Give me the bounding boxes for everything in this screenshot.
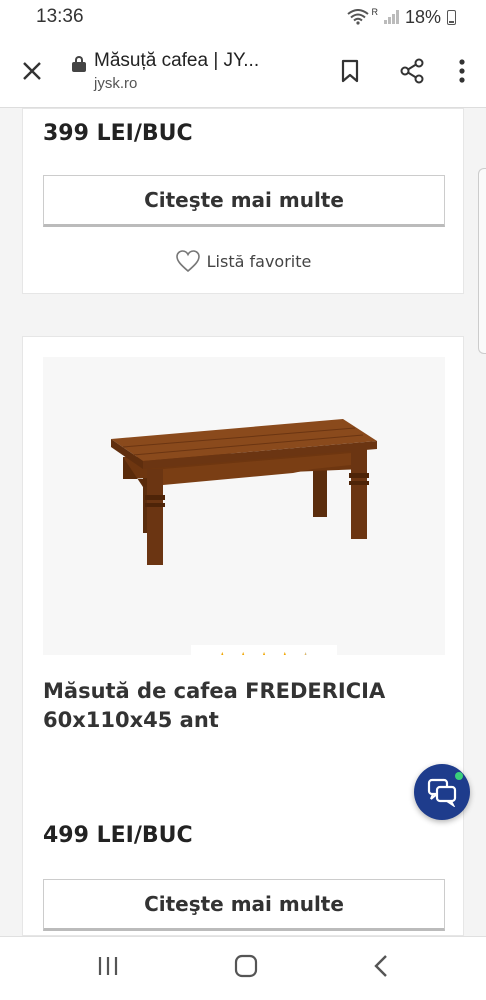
coffee-table-image (111, 419, 377, 565)
browser-toolbar: Măsuță cafea | JY... jysk.ro (0, 34, 486, 108)
product-card-previous: 399 LEI/BUC Citeşte mai multe Listă favo… (22, 108, 464, 294)
heart-icon (175, 250, 200, 273)
chat-icon (427, 778, 457, 807)
share-icon[interactable] (388, 47, 436, 95)
star-icon: ★ (255, 648, 274, 656)
lock-icon (72, 55, 86, 72)
url-area[interactable]: Măsuță cafea | JY... jysk.ro (56, 50, 326, 92)
signal-icon (383, 10, 399, 24)
page-title: Măsuță cafea | JY... (94, 49, 260, 71)
read-more-button[interactable]: Citeşte mai multe (43, 879, 445, 931)
product-price: 499 LEI/BUC (43, 823, 193, 848)
half-star-icon: ★ (296, 648, 315, 656)
online-indicator (455, 772, 463, 780)
back-icon[interactable] (372, 954, 390, 983)
product-image[interactable]: ★ ★ ★ ★ ★ (43, 357, 445, 655)
product-card: ★ ★ ★ ★ ★ Măsută de cafea FREDERICIA 60x… (22, 336, 464, 936)
product-price: 399 LEI/BUC (43, 121, 193, 146)
recent-apps-icon[interactable] (96, 955, 120, 982)
scrollbar-handle[interactable] (478, 168, 486, 354)
rating-stars: ★ ★ ★ ★ ★ (191, 645, 337, 655)
home-icon[interactable] (233, 953, 259, 984)
favorite-label: Listă favorite (206, 251, 312, 271)
battery-percent: 18% (404, 6, 441, 27)
star-icon: ★ (213, 648, 232, 656)
more-options-icon[interactable] (450, 47, 474, 95)
bookmark-icon[interactable] (326, 47, 374, 95)
star-icon: ★ (234, 648, 253, 656)
roaming-label: R (371, 7, 378, 17)
page-domain: jysk.ro (94, 74, 138, 92)
status-time: 13:36 (36, 6, 84, 27)
status-bar: 13:36 R 18% (0, 0, 486, 34)
favorite-link[interactable]: Listă favorite (23, 249, 463, 273)
battery-icon (447, 9, 456, 25)
system-navigation-bar (0, 936, 486, 1000)
chat-button[interactable] (414, 764, 470, 820)
read-more-button[interactable]: Citeşte mai multe (43, 175, 445, 227)
status-icons: R 18% (347, 7, 456, 28)
star-icon: ★ (275, 648, 294, 656)
close-icon[interactable] (8, 47, 56, 95)
wifi-icon (347, 9, 370, 25)
product-name[interactable]: Măsută de cafea FREDERICIA 60x110x45 ant (43, 677, 443, 735)
